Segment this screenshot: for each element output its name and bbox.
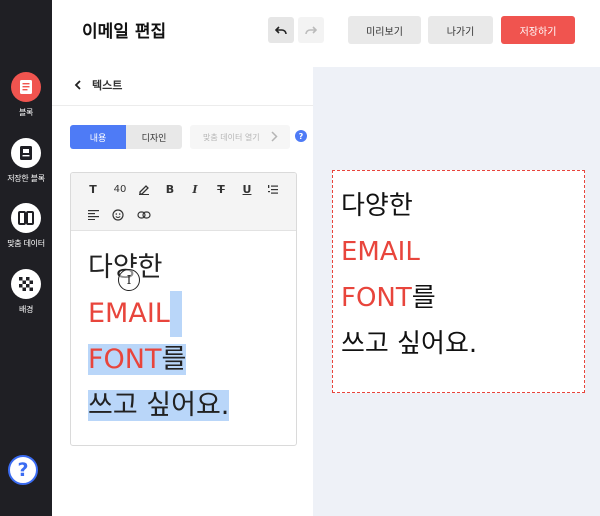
text-line-1: 다양한	[88, 252, 163, 283]
text-line-4: 쓰고 싶어요.	[88, 390, 230, 421]
link-icon[interactable]	[135, 206, 153, 224]
preview-line-4: 쓰고 싶어요.	[341, 329, 478, 359]
rail-item-label: 저장한 블록	[7, 174, 45, 183]
rail-item-blocks[interactable]: 블록	[0, 72, 52, 118]
bold-icon[interactable]: B	[161, 180, 179, 198]
redo-icon	[305, 21, 318, 40]
data-merge-label: 맞춤 데이터 열기	[203, 132, 260, 142]
tab-content[interactable]: 내용	[70, 125, 126, 149]
text-line-2: EMAIL	[88, 291, 229, 337]
align-left-icon[interactable]	[84, 206, 102, 224]
preview-button[interactable]: 미리보기	[348, 16, 421, 44]
strikethrough-icon[interactable]: T	[212, 180, 230, 198]
rail-item-label: 배경	[18, 305, 34, 314]
preview-text: 다양한 EMAIL FONT를 쓰고 싶어요.	[341, 183, 477, 367]
undo-button[interactable]	[268, 17, 294, 43]
checkerboard-icon	[11, 269, 41, 299]
numbered-list-icon[interactable]	[264, 180, 282, 198]
rail-item-label: 블록	[18, 108, 34, 117]
editor-text: 다양한 EMAIL FONT를 쓰고 싶어요.	[88, 245, 230, 429]
chevron-left-icon	[74, 75, 82, 94]
preview-line-2: EMAIL	[341, 237, 420, 267]
chevron-right-icon	[271, 131, 278, 144]
tab-design[interactable]: 디자인	[126, 125, 182, 149]
text-type-icon[interactable]: T	[84, 180, 102, 198]
preview-line-1: 다양한	[341, 191, 413, 221]
text-cursor-icon: I	[118, 269, 140, 291]
canvas-top-strip	[313, 62, 600, 67]
rail-item-data-merge[interactable]: 맞춤 데이터	[0, 203, 52, 249]
underline-icon[interactable]: U	[238, 180, 256, 198]
saved-block-icon	[11, 138, 41, 168]
redo-button[interactable]	[298, 17, 324, 43]
help-button[interactable]: ?	[8, 455, 38, 485]
page-title: 이메일 편집	[82, 22, 167, 42]
back-button[interactable]	[70, 76, 86, 92]
rail-item-label: 맞춤 데이터	[7, 239, 45, 248]
editor-panel: 텍스트 내용 디자인 맞춤 데이터 열기 ? T 40 B I T U 다양한 …	[52, 62, 313, 516]
font-size-control[interactable]: 40	[109, 180, 131, 198]
document-icon	[11, 72, 41, 102]
italic-icon[interactable]: I	[186, 180, 204, 198]
preview-line-3: FONT를	[341, 283, 436, 313]
panel-title: 텍스트	[92, 79, 123, 92]
rail-item-background[interactable]: 배경	[0, 269, 52, 315]
save-button[interactable]: 저장하기	[501, 16, 575, 44]
text-line-3: FONT를	[88, 344, 187, 375]
text-editor[interactable]: T 40 B I T U 다양한 EMAIL FONT를 쓰고 싶어요. I	[70, 172, 297, 446]
divider	[52, 105, 313, 106]
rail-item-saved-blocks[interactable]: 저장한 블록	[0, 138, 52, 184]
exit-button[interactable]: 나가기	[428, 16, 493, 44]
emoji-icon[interactable]	[109, 206, 127, 224]
open-data-merge-button[interactable]: 맞춤 데이터 열기	[190, 125, 290, 149]
data-merge-icon	[11, 203, 41, 233]
left-rail: 블록 저장한 블록 맞춤 데이터 배경 ?	[0, 0, 52, 516]
header: 이메일 편집 미리보기 나가기 저장하기	[52, 0, 600, 62]
undo-icon	[274, 21, 287, 40]
formatting-toolbar: T 40 B I T U	[71, 173, 296, 231]
email-canvas: 다양한 EMAIL FONT를 쓰고 싶어요.	[313, 62, 600, 516]
info-help-icon[interactable]: ?	[295, 130, 307, 142]
font-color-icon[interactable]	[135, 180, 153, 198]
editor-body[interactable]: 다양한 EMAIL FONT를 쓰고 싶어요. I	[71, 231, 296, 445]
selected-text-block[interactable]: 다양한 EMAIL FONT를 쓰고 싶어요.	[332, 170, 585, 393]
